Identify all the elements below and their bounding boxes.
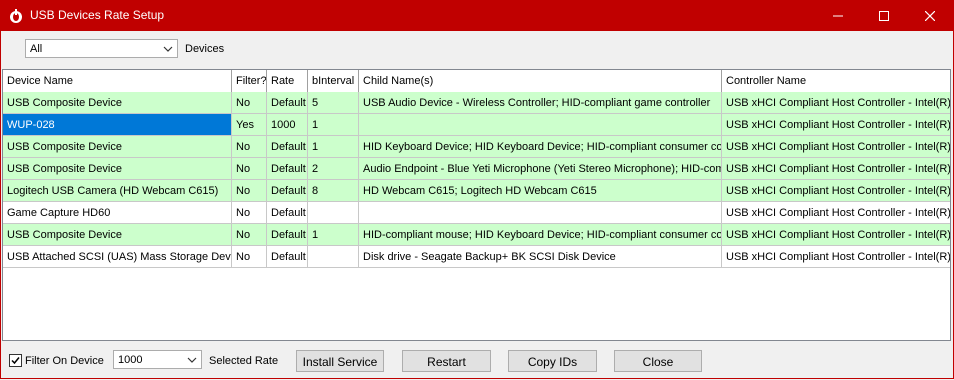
devices-label: Devices (185, 43, 225, 55)
table-row[interactable]: WUP-028 Yes 1000 1 USB xHCI Compliant Host C… (3, 114, 950, 136)
cell-child-names[interactable] (359, 114, 722, 136)
selected-rate-label: Selected Rate (209, 355, 279, 367)
device-filter-value: All (30, 43, 43, 55)
cell-device-name[interactable]: Logitech USB Camera (HD Webcam C615) (3, 180, 232, 202)
cell-filter[interactable]: No (232, 180, 267, 202)
cell-binterval[interactable]: 8 (308, 180, 359, 202)
cell-rate[interactable]: Default (267, 136, 308, 158)
title-bar: USB Devices Rate Setup (0, 0, 954, 31)
cell-rate[interactable]: Default (267, 92, 308, 114)
cell-controller-name[interactable]: USB xHCI Compliant Host Controller - Int… (722, 92, 950, 114)
cell-filter[interactable]: Yes (232, 114, 267, 136)
cell-child-names[interactable]: Disk drive - Seagate Backup+ BK SCSI Dis… (359, 246, 722, 268)
close-button[interactable]: Close (614, 350, 702, 372)
cell-rate[interactable]: Default (267, 224, 308, 246)
cell-filter[interactable]: No (232, 202, 267, 224)
cell-controller-name[interactable]: USB xHCI Compliant Host Controller - Int… (722, 246, 950, 268)
cell-filter[interactable]: No (232, 224, 267, 246)
table-row[interactable]: Game Capture HD60 No Default USB xHCI Compl… (3, 202, 950, 224)
filter-on-device-checkbox[interactable] (9, 354, 22, 367)
cell-child-names[interactable]: HID Keyboard Device; HID Keyboard Device… (359, 136, 722, 158)
cell-binterval[interactable]: 1 (308, 224, 359, 246)
cell-binterval[interactable] (308, 202, 359, 224)
chevron-down-icon (163, 46, 173, 52)
filter-on-device-label[interactable]: Filter On Device (25, 355, 104, 367)
cell-controller-name[interactable]: USB xHCI Compliant Host Controller - Int… (722, 180, 950, 202)
table-row[interactable]: USB Attached SCSI (UAS) Mass Storage Dev… (3, 246, 950, 268)
maximize-icon (879, 10, 889, 21)
checkmark-icon (11, 357, 20, 365)
cell-child-names[interactable]: HID-compliant mouse; HID Keyboard Device… (359, 224, 722, 246)
cell-binterval[interactable] (308, 246, 359, 268)
copy-ids-button[interactable]: Copy IDs (508, 350, 597, 372)
column-header-binterval[interactable]: bInterval (308, 70, 359, 92)
column-header-filter[interactable]: Filter? (232, 70, 267, 92)
cell-rate[interactable]: Default (267, 180, 308, 202)
cell-controller-name[interactable]: USB xHCI Compliant Host Controller - Int… (722, 158, 950, 180)
cell-rate[interactable]: Default (267, 202, 308, 224)
chevron-down-icon (187, 357, 197, 363)
cell-child-names[interactable]: HD Webcam C615; Logitech HD Webcam C615 (359, 180, 722, 202)
cell-binterval[interactable]: 1 (308, 136, 359, 158)
cell-device-name[interactable]: USB Attached SCSI (UAS) Mass Storage Dev… (3, 246, 232, 268)
cell-child-names[interactable] (359, 202, 722, 224)
cell-device-name[interactable]: USB Composite Device (3, 158, 232, 180)
cell-device-name[interactable]: WUP-028 (3, 114, 232, 136)
column-header-controller-name[interactable]: Controller Name (722, 70, 950, 92)
close-icon (925, 10, 935, 21)
minimize-icon (833, 15, 843, 16)
cell-rate[interactable]: Default (267, 246, 308, 268)
minimize-button[interactable] (815, 0, 861, 31)
table-row[interactable]: USB Composite Device No Default 1 HID-compli… (3, 224, 950, 246)
cell-binterval[interactable]: 5 (308, 92, 359, 114)
rate-dropdown[interactable]: 1000 (113, 350, 202, 369)
column-header-rate[interactable]: Rate (267, 70, 308, 92)
column-header-child-names[interactable]: Child Name(s) (359, 70, 722, 92)
cell-filter[interactable]: No (232, 158, 267, 180)
cell-controller-name[interactable]: USB xHCI Compliant Host Controller - Int… (722, 224, 950, 246)
close-window-button[interactable] (907, 0, 953, 31)
cell-binterval[interactable]: 1 (308, 114, 359, 136)
cell-child-names[interactable]: Audio Endpoint - Blue Yeti Microphone (Y… (359, 158, 722, 180)
cell-controller-name[interactable]: USB xHCI Compliant Host Controller - Int… (722, 202, 950, 224)
cell-binterval[interactable]: 2 (308, 158, 359, 180)
table-header: Device Name Filter? Rate bInterval Child… (3, 70, 950, 93)
devices-table[interactable]: Device Name Filter? Rate bInterval Child… (2, 69, 951, 341)
restart-button[interactable]: Restart (402, 350, 491, 372)
cell-rate[interactable]: 1000 (267, 114, 308, 136)
cell-rate[interactable]: Default (267, 158, 308, 180)
cell-device-name[interactable]: USB Composite Device (3, 92, 232, 114)
cell-child-names[interactable]: USB Audio Device - Wireless Controller; … (359, 92, 722, 114)
rate-value: 1000 (118, 354, 143, 366)
table-row[interactable]: USB Composite Device No Default 1 HID Keyboa… (3, 136, 950, 158)
cell-controller-name[interactable]: USB xHCI Compliant Host Controller - Int… (722, 114, 950, 136)
table-row[interactable]: USB Composite Device No Default 5 USB Audio … (3, 92, 950, 114)
device-filter-dropdown[interactable]: All (25, 39, 178, 58)
maximize-button[interactable] (861, 0, 907, 31)
table-row[interactable]: USB Composite Device No Default 2 Audio Endp… (3, 158, 950, 180)
install-service-button[interactable]: Install Service (296, 350, 384, 372)
app-icon (10, 9, 22, 23)
cell-controller-name[interactable]: USB xHCI Compliant Host Controller - Int… (722, 136, 950, 158)
column-header-device-name[interactable]: Device Name (3, 70, 232, 92)
cell-filter[interactable]: No (232, 136, 267, 158)
cell-device-name[interactable]: Game Capture HD60 (3, 202, 232, 224)
cell-device-name[interactable]: USB Composite Device (3, 136, 232, 158)
window-title: USB Devices Rate Setup (30, 8, 165, 22)
table-row[interactable]: Logitech USB Camera (HD Webcam C615) No De… (3, 180, 950, 202)
cell-device-name[interactable]: USB Composite Device (3, 224, 232, 246)
cell-filter[interactable]: No (232, 246, 267, 268)
cell-filter[interactable]: No (232, 92, 267, 114)
